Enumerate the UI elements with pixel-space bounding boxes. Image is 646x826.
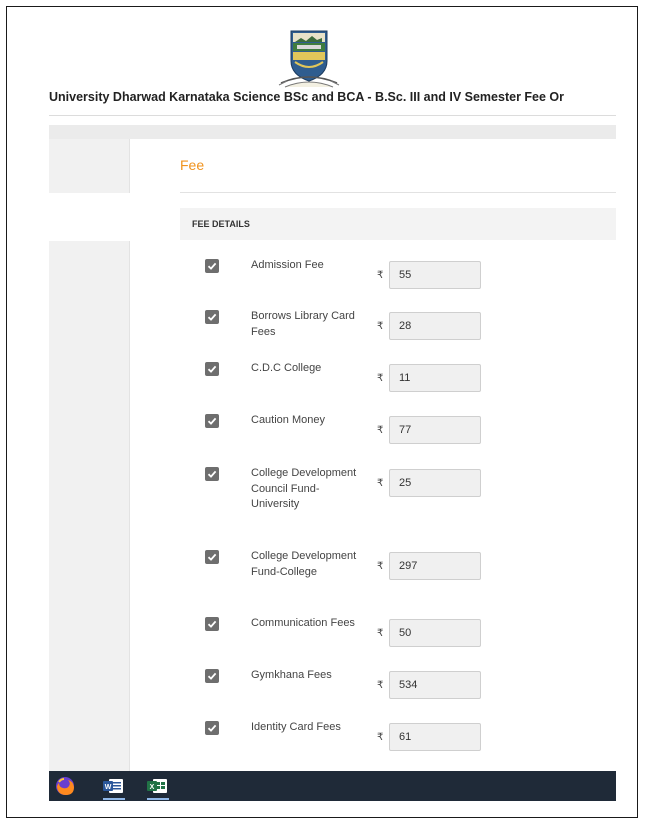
svg-text:W: W (105, 784, 112, 791)
fee-row-college-development-council-fund: College Development Council Fund-Univers… (205, 467, 505, 510)
section-title: Fee (180, 157, 205, 173)
fee-checkbox[interactable] (205, 414, 219, 428)
fee-label: Gymkhana Fees (251, 669, 332, 681)
fee-checkbox[interactable] (205, 259, 219, 273)
fee-row-college-development-fund: College Development Fund-College ₹ 297 (205, 550, 505, 590)
fee-label: Caution Money (251, 414, 325, 426)
fee-row-communication-fees: Communication Fees ₹ 50 (205, 617, 505, 657)
fee-label: Admission Fee (251, 259, 324, 271)
rupee-icon: ₹ (377, 628, 384, 639)
fee-details-header: FEE DETAILS (180, 208, 616, 240)
site-title: University Dharwad Karnataka Science BSc… (49, 90, 565, 104)
fee-row-identity-card-fees: Identity Card Fees ₹ 61 (205, 721, 505, 761)
fee-checkbox[interactable] (205, 310, 219, 324)
browser-viewport: University Dharwad Karnataka Science BSc… (49, 25, 616, 801)
fee-label: Communication Fees (251, 617, 355, 629)
fee-amount-field[interactable]: 55 (389, 261, 481, 289)
fee-row-cdc-college: C.D.C College ₹ 11 (205, 362, 505, 402)
fee-row-admission-fee: Admission Fee ₹ 55 (205, 259, 505, 299)
top-bar (49, 125, 616, 139)
rupee-icon: ₹ (377, 321, 384, 332)
sidebar-panel (49, 139, 130, 193)
checkmark-icon (207, 365, 217, 373)
fee-checkbox[interactable] (205, 721, 219, 735)
fee-row-borrows-library-card-fees: Borrows Library Card Fees ₹ 28 (205, 310, 505, 350)
fee-amount-field[interactable]: 297 (389, 552, 481, 580)
active-indicator (147, 798, 169, 800)
fee-details-label: FEE DETAILS (192, 219, 250, 229)
svg-text:X: X (150, 784, 155, 791)
fee-checkbox[interactable] (205, 617, 219, 631)
divider (180, 192, 616, 193)
fee-label: C.D.C College (251, 362, 322, 374)
fee-label: College Development Fund-College (251, 550, 357, 578)
fee-amount-field[interactable]: 61 (389, 723, 481, 751)
fee-row-caution-money: Caution Money ₹ 77 (205, 414, 505, 454)
fee-label: Identity Card Fees (251, 721, 341, 733)
checkmark-icon (207, 553, 217, 561)
checkmark-icon (207, 724, 217, 732)
fee-checkbox[interactable] (205, 669, 219, 683)
rupee-icon: ₹ (377, 373, 384, 384)
rupee-icon: ₹ (377, 732, 384, 743)
checkmark-icon (207, 620, 217, 628)
fee-label: College Development Council Fund-Univers… (251, 467, 357, 510)
sidebar-panel (49, 241, 130, 781)
fee-amount-field[interactable]: 77 (389, 416, 481, 444)
fee-checkbox[interactable] (205, 362, 219, 376)
firefox-icon[interactable] (54, 775, 80, 797)
rupee-icon: ₹ (377, 478, 384, 489)
fee-amount-field[interactable]: 25 (389, 469, 481, 497)
word-icon[interactable]: W (101, 775, 127, 800)
checkmark-icon (207, 417, 217, 425)
checkmark-icon (207, 672, 217, 680)
rupee-icon: ₹ (377, 425, 384, 436)
fee-amount-field[interactable]: 28 (389, 312, 481, 340)
screenshot-frame: University Dharwad Karnataka Science BSc… (6, 6, 638, 818)
taskbar: W X (49, 771, 616, 801)
fee-amount-field[interactable]: 50 (389, 619, 481, 647)
checkmark-icon (207, 313, 217, 321)
rupee-icon: ₹ (377, 270, 384, 281)
fee-label: Borrows Library Card Fees (251, 310, 355, 338)
divider (49, 115, 616, 116)
university-logo (271, 27, 347, 93)
rupee-icon: ₹ (377, 561, 384, 572)
rupee-icon: ₹ (377, 680, 384, 691)
fee-checkbox[interactable] (205, 467, 219, 481)
checkmark-icon (207, 470, 217, 478)
checkmark-icon (207, 262, 217, 270)
excel-icon[interactable]: X (145, 775, 171, 800)
fee-amount-field[interactable]: 534 (389, 671, 481, 699)
fee-row-gymkhana-fees: Gymkhana Fees ₹ 534 (205, 669, 505, 709)
fee-checkbox[interactable] (205, 550, 219, 564)
active-indicator (103, 798, 125, 800)
fee-amount-field[interactable]: 11 (389, 364, 481, 392)
